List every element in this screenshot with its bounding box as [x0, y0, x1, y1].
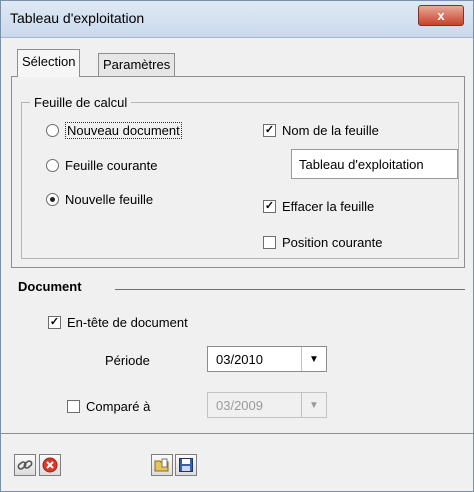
document-section-title: Document	[18, 279, 82, 294]
period-label: Période	[105, 353, 150, 368]
radio-new-sheet-label: Nouvelle feuille	[65, 192, 154, 207]
radio-new-document-label: Nouveau document	[65, 122, 182, 139]
checkbox-compare-label: Comparé à	[86, 399, 151, 414]
open-folder-icon	[154, 458, 169, 472]
radio-new-sheet-circle[interactable]	[46, 193, 59, 206]
checkbox-document-header-label: En-tête de document	[67, 315, 188, 330]
checkbox-clear-sheet-box[interactable]: ✓	[263, 200, 276, 213]
checkbox-clear-sheet-label: Effacer la feuille	[282, 199, 375, 214]
radio-new-document[interactable]: Nouveau document	[46, 122, 182, 139]
open-button[interactable]	[151, 454, 173, 476]
checkbox-compare-box[interactable]	[67, 400, 80, 413]
save-button[interactable]	[175, 454, 197, 476]
checkbox-document-header[interactable]: ✓ En-tête de document	[48, 315, 188, 330]
checkbox-sheet-name[interactable]: ✓ Nom de la feuille	[263, 123, 379, 138]
compare-value: 03/2009	[216, 397, 263, 413]
checkbox-sheet-name-label: Nom de la feuille	[282, 123, 379, 138]
radio-current-sheet-circle[interactable]	[46, 159, 59, 172]
tab-selection-label: Sélection	[22, 54, 76, 69]
link-icon	[17, 460, 33, 470]
chevron-down-icon: ▼	[301, 393, 326, 417]
footer-divider	[1, 433, 473, 434]
checkbox-sheet-name-box[interactable]: ✓	[263, 124, 276, 137]
radio-new-document-circle[interactable]	[46, 124, 59, 137]
compare-select: 03/2009 ▼	[207, 392, 327, 418]
dialog-window: Tableau d'exploitation x Sélection Param…	[0, 0, 474, 492]
tab-selection[interactable]: Sélection	[17, 49, 81, 77]
cancel-icon	[42, 457, 58, 473]
close-icon: x	[437, 8, 445, 23]
checkbox-compare[interactable]: Comparé à	[67, 399, 150, 414]
tab-parametres-label: Paramètres	[103, 57, 171, 72]
checkbox-current-position-box[interactable]	[263, 236, 276, 249]
period-value: 03/2010	[216, 351, 263, 367]
cancel-button[interactable]	[39, 454, 61, 476]
checkbox-current-position-label: Position courante	[282, 235, 383, 250]
radio-current-sheet-label: Feuille courante	[65, 158, 158, 173]
period-select[interactable]: 03/2010 ▼	[207, 346, 327, 372]
checkbox-clear-sheet[interactable]: ✓ Effacer la feuille	[263, 199, 374, 214]
sheet-name-input[interactable]: Tableau d'exploitation	[291, 149, 458, 179]
chevron-down-icon[interactable]: ▼	[301, 347, 326, 371]
close-button[interactable]: x	[418, 5, 464, 26]
save-icon	[179, 458, 193, 472]
tab-parametres[interactable]: Paramètres	[98, 53, 176, 76]
window-title: Tableau d'exploitation	[10, 10, 145, 26]
radio-new-sheet[interactable]: Nouvelle feuille	[46, 192, 153, 207]
link-button[interactable]	[14, 454, 36, 476]
title-bar[interactable]: Tableau d'exploitation x	[1, 1, 473, 38]
calc-sheet-legend: Feuille de calcul	[34, 95, 128, 110]
radio-current-sheet[interactable]: Feuille courante	[46, 158, 158, 173]
document-section-divider	[115, 289, 465, 290]
checkbox-document-header-box[interactable]: ✓	[48, 316, 61, 329]
checkbox-current-position[interactable]: Position courante	[263, 235, 382, 250]
